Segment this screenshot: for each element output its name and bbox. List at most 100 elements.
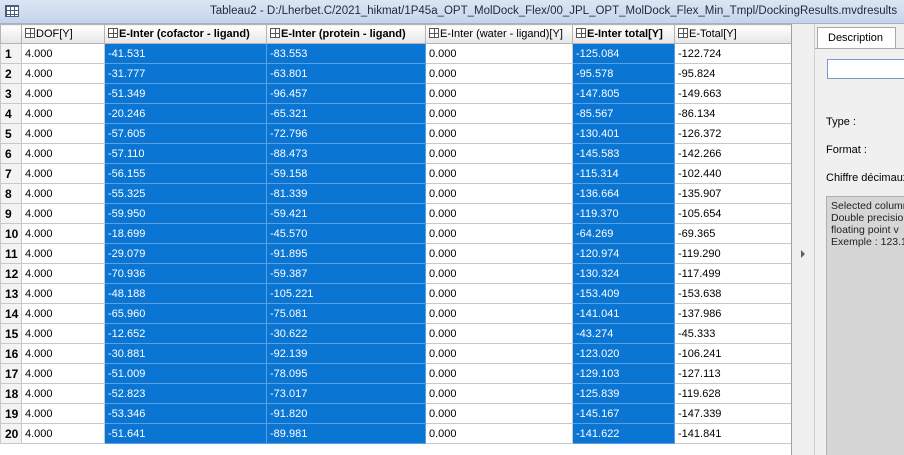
table-cell[interactable]: -52.823 <box>104 383 267 404</box>
table-cell[interactable]: -51.009 <box>104 363 267 384</box>
table-cell[interactable]: 0.000 <box>425 123 573 144</box>
row-header[interactable]: 13 <box>0 283 22 304</box>
table-cell[interactable]: 0.000 <box>425 163 573 184</box>
row-header[interactable]: 14 <box>0 303 22 324</box>
table-cell[interactable]: -85.567 <box>572 103 675 124</box>
table-cell[interactable]: -145.167 <box>572 403 675 424</box>
tab-description[interactable]: Description <box>817 27 896 48</box>
table-cell[interactable]: 0.000 <box>425 103 573 124</box>
table-cell[interactable]: -29.079 <box>104 243 267 264</box>
table-cell[interactable]: -59.158 <box>266 163 426 184</box>
table-cell[interactable]: 0.000 <box>425 363 573 384</box>
table-cell[interactable]: -125.084 <box>572 43 675 64</box>
table-cell[interactable]: -91.895 <box>266 243 426 264</box>
table-cell[interactable]: -120.974 <box>572 243 675 264</box>
table-cell[interactable]: 0.000 <box>425 183 573 204</box>
table-cell[interactable]: -57.605 <box>104 123 267 144</box>
table-cell[interactable]: -55.325 <box>104 183 267 204</box>
table-cell[interactable]: -117.499 <box>674 263 791 284</box>
table-cell[interactable]: -20.246 <box>104 103 267 124</box>
table-cell[interactable]: -59.387 <box>266 263 426 284</box>
table-cell[interactable]: -95.578 <box>572 63 675 84</box>
table-cell[interactable]: 4.000 <box>21 103 105 124</box>
row-header[interactable]: 11 <box>0 243 22 264</box>
table-cell[interactable]: -147.339 <box>674 403 791 424</box>
row-header[interactable]: 9 <box>0 203 22 224</box>
table-cell[interactable]: -129.103 <box>572 363 675 384</box>
table-cell[interactable]: -141.841 <box>674 423 791 444</box>
table-cell[interactable]: -135.907 <box>674 183 791 204</box>
row-header[interactable]: 10 <box>0 223 22 244</box>
row-header[interactable]: 1 <box>0 43 22 64</box>
table-cell[interactable]: -125.839 <box>572 383 675 404</box>
table-cell[interactable]: -105.654 <box>674 203 791 224</box>
table-cell[interactable]: -115.314 <box>572 163 675 184</box>
table-cell[interactable]: -63.801 <box>266 63 426 84</box>
table-cell[interactable]: 0.000 <box>425 383 573 404</box>
table-cell[interactable]: -106.241 <box>674 343 791 364</box>
table-cell[interactable]: 4.000 <box>21 143 105 164</box>
table-cell[interactable]: 4.000 <box>21 403 105 424</box>
table-cell[interactable]: -75.081 <box>266 303 426 324</box>
table-cell[interactable]: -73.017 <box>266 383 426 404</box>
column-name-input[interactable] <box>827 59 904 79</box>
table-cell[interactable]: -31.777 <box>104 63 267 84</box>
row-header[interactable]: 20 <box>0 423 22 444</box>
table-cell[interactable]: 0.000 <box>425 223 573 244</box>
table-cell[interactable]: -51.349 <box>104 83 267 104</box>
table-cell[interactable]: -102.440 <box>674 163 791 184</box>
table-cell[interactable]: -91.820 <box>266 403 426 424</box>
table-cell[interactable]: -92.139 <box>266 343 426 364</box>
table-cell[interactable]: 4.000 <box>21 423 105 444</box>
table-cell[interactable]: -86.134 <box>674 103 791 124</box>
table-cell[interactable]: -59.950 <box>104 203 267 224</box>
table-cell[interactable]: -88.473 <box>266 143 426 164</box>
row-header[interactable]: 8 <box>0 183 22 204</box>
table-cell[interactable]: -57.110 <box>104 143 267 164</box>
table-cell[interactable]: -149.663 <box>674 83 791 104</box>
table-cell[interactable]: -48.188 <box>104 283 267 304</box>
table-cell[interactable]: -83.553 <box>266 43 426 64</box>
table-cell[interactable]: 4.000 <box>21 123 105 144</box>
expand-arrow-icon[interactable] <box>801 250 805 258</box>
table-cell[interactable]: -130.324 <box>572 263 675 284</box>
table-cell[interactable]: -119.370 <box>572 203 675 224</box>
table-cell[interactable]: 0.000 <box>425 63 573 84</box>
row-header[interactable]: 2 <box>0 63 22 84</box>
table-cell[interactable]: -105.221 <box>266 283 426 304</box>
table-cell[interactable]: 4.000 <box>21 43 105 64</box>
table-cell[interactable]: 4.000 <box>21 183 105 204</box>
table-cell[interactable]: -126.372 <box>674 123 791 144</box>
table-cell[interactable]: -127.113 <box>674 363 791 384</box>
table-cell[interactable]: -136.664 <box>572 183 675 204</box>
corner-cell[interactable] <box>0 24 22 44</box>
table-cell[interactable]: -130.401 <box>572 123 675 144</box>
table-cell[interactable]: 0.000 <box>425 83 573 104</box>
table-cell[interactable]: -119.290 <box>674 243 791 264</box>
table-cell[interactable]: -96.457 <box>266 83 426 104</box>
table-cell[interactable]: -70.936 <box>104 263 267 284</box>
table-cell[interactable]: -51.641 <box>104 423 267 444</box>
table-cell[interactable]: -142.266 <box>674 143 791 164</box>
table-cell[interactable]: 4.000 <box>21 223 105 244</box>
table-cell[interactable]: -145.583 <box>572 143 675 164</box>
table-cell[interactable]: -12.652 <box>104 323 267 344</box>
row-header[interactable]: 7 <box>0 163 22 184</box>
table-cell[interactable]: 0.000 <box>425 343 573 364</box>
table-cell[interactable]: 0.000 <box>425 143 573 164</box>
panel-splitter[interactable] <box>792 24 815 455</box>
table-cell[interactable]: 0.000 <box>425 43 573 64</box>
table-cell[interactable]: -45.333 <box>674 323 791 344</box>
row-header[interactable]: 4 <box>0 103 22 124</box>
table-cell[interactable]: 0.000 <box>425 323 573 344</box>
table-cell[interactable]: 4.000 <box>21 383 105 404</box>
table-cell[interactable]: -59.421 <box>266 203 426 224</box>
column-header[interactable]: E-Inter (cofactor - ligand) <box>104 24 267 44</box>
table-cell[interactable]: -153.409 <box>572 283 675 304</box>
table-cell[interactable]: 4.000 <box>21 83 105 104</box>
table-cell[interactable]: 0.000 <box>425 283 573 304</box>
table-cell[interactable]: 0.000 <box>425 403 573 424</box>
table-cell[interactable]: -69.365 <box>674 223 791 244</box>
column-header[interactable]: E-Inter total[Y] <box>572 24 675 44</box>
table-cell[interactable]: -53.346 <box>104 403 267 424</box>
